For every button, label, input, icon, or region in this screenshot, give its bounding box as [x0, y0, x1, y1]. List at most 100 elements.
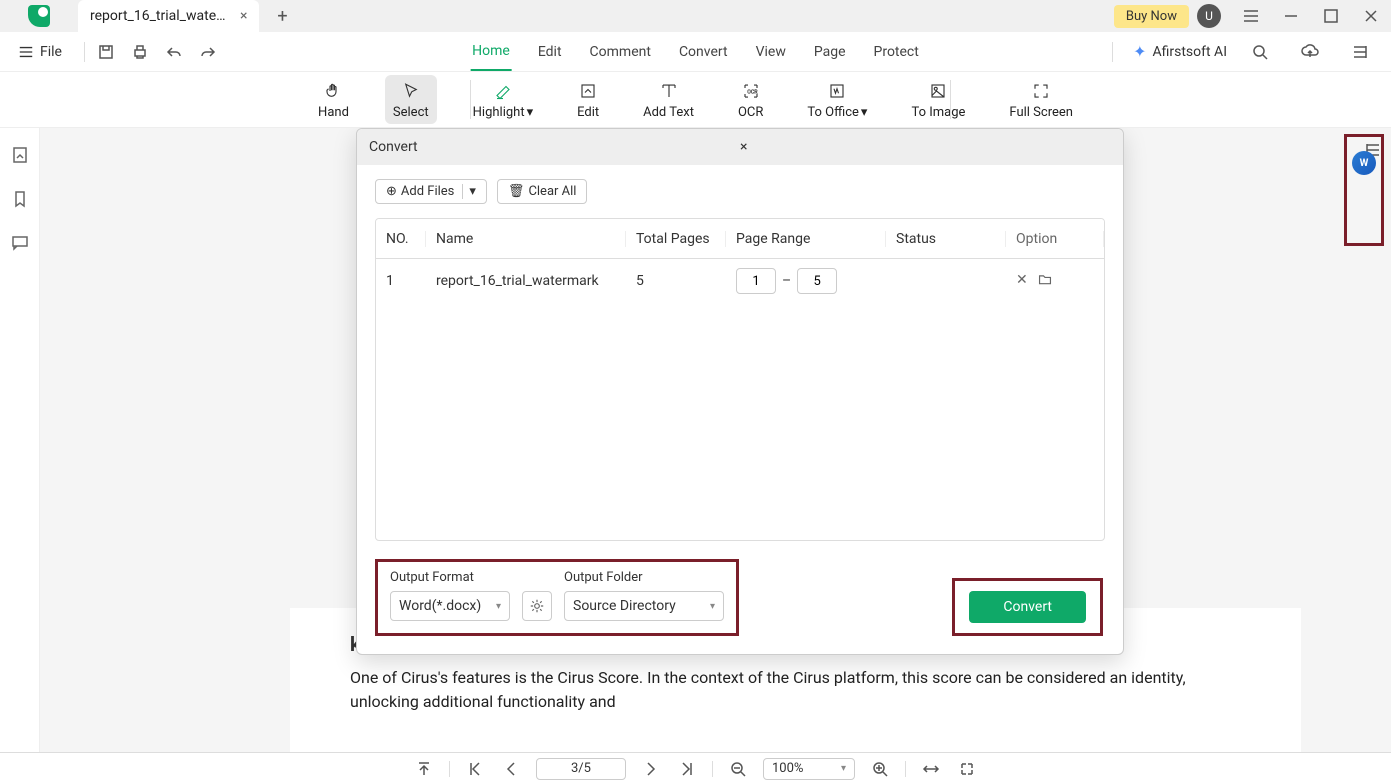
page-indicator[interactable]: 3/5 [536, 758, 626, 780]
highlight-icon [494, 79, 512, 103]
open-folder-icon[interactable] [1038, 272, 1052, 290]
menu-protect[interactable]: Protect [872, 32, 921, 71]
th-total-pages: Total Pages [626, 231, 726, 247]
prev-page-icon[interactable] [500, 758, 522, 780]
output-folder-select[interactable]: Source Directory ▾ [564, 591, 724, 621]
full-screen-icon [1032, 79, 1050, 103]
edit-icon [579, 79, 597, 103]
cell-name: report_16_trial_watermark [426, 273, 626, 289]
redo-icon[interactable] [191, 32, 225, 72]
scroll-top-icon[interactable] [413, 758, 435, 780]
menu-view[interactable]: View [754, 32, 788, 71]
panel-toggle-icon[interactable] [1343, 32, 1377, 72]
last-page-icon[interactable] [676, 758, 698, 780]
close-window-icon[interactable] [1351, 0, 1391, 32]
fit-page-icon[interactable] [956, 758, 978, 780]
buy-now-button[interactable]: Buy Now [1114, 5, 1189, 28]
ribbon-toolbar: Hand Select Highlight▾ Edit Add Text OCR… [0, 72, 1391, 128]
bookmark-icon[interactable] [11, 190, 29, 212]
hand-icon [324, 79, 342, 103]
next-page-icon[interactable] [640, 758, 662, 780]
dialog-close-icon[interactable]: × [740, 139, 1111, 155]
comments-panel-icon[interactable] [11, 234, 29, 256]
tool-select[interactable]: Select [385, 75, 437, 124]
filebar: File Home Edit Comment Convert View Page… [0, 32, 1391, 72]
output-settings-icon[interactable] [522, 591, 552, 621]
th-option: Option [1006, 231, 1104, 247]
document-tab[interactable]: report_16_trial_watermar... × [78, 0, 259, 32]
new-tab-button[interactable]: + [267, 1, 297, 31]
menu-home[interactable]: Home [470, 32, 512, 71]
fit-width-icon[interactable] [920, 758, 942, 780]
user-avatar[interactable]: U [1197, 4, 1221, 28]
remove-row-icon[interactable]: ✕ [1016, 272, 1028, 290]
file-menu-button[interactable]: File [0, 44, 80, 60]
tool-hand[interactable]: Hand [310, 75, 357, 124]
page-range-from-input[interactable] [736, 268, 776, 294]
table-header-row: NO. Name Total Pages Page Range Status O… [376, 219, 1104, 259]
first-page-icon[interactable] [464, 758, 486, 780]
sparkle-icon: ✦ [1133, 42, 1146, 61]
th-status: Status [886, 231, 1006, 247]
tool-ocr[interactable]: OCR OCR [730, 75, 771, 124]
maximize-icon[interactable] [1311, 0, 1351, 32]
output-format-label: Output Format [390, 570, 510, 585]
convert-button[interactable]: Convert [969, 591, 1086, 623]
page-range-to-input[interactable] [797, 268, 837, 294]
dialog-toolbar: ⊕ Add Files ▾ 🗑 Clear All [357, 165, 1123, 218]
titlebar: report_16_trial_watermar... × + Buy Now … [0, 0, 1391, 32]
search-icon[interactable] [1243, 32, 1277, 72]
print-icon[interactable] [123, 32, 157, 72]
left-sidebar [0, 128, 40, 752]
statusbar: 3/5 100% ▾ [0, 752, 1391, 784]
ai-button[interactable]: ✦ Afirstsoft AI [1133, 42, 1227, 61]
tool-add-text[interactable]: Add Text [635, 75, 702, 124]
thumbnails-icon[interactable] [11, 146, 29, 168]
files-table: NO. Name Total Pages Page Range Status O… [375, 218, 1105, 541]
trash-icon: 🗑 [508, 184, 525, 199]
chevron-down-icon: ▾ [710, 601, 715, 612]
main-area: key Features of Cirus One of Cirus's fea… [0, 128, 1391, 752]
th-name: Name [426, 231, 626, 247]
dialog-title: Convert [369, 139, 740, 155]
app-menu-icon[interactable] [1231, 0, 1271, 32]
cloud-upload-icon[interactable] [1293, 32, 1327, 72]
tool-highlight[interactable]: Highlight▾ [465, 75, 541, 124]
clear-all-button[interactable]: 🗑 Clear All [497, 179, 588, 204]
undo-icon[interactable] [157, 32, 191, 72]
close-tab-icon[interactable]: × [240, 8, 247, 24]
dialog-titlebar[interactable]: Convert × [357, 129, 1123, 165]
chevron-down-icon[interactable]: ▾ [462, 184, 476, 199]
word-icon[interactable]: W [1352, 151, 1376, 175]
add-files-button[interactable]: ⊕ Add Files ▾ [375, 179, 487, 204]
tool-edit[interactable]: Edit [569, 75, 607, 124]
zoom-select[interactable]: 100% ▾ [763, 758, 855, 780]
menu-edit[interactable]: Edit [536, 32, 564, 71]
output-format-select[interactable]: Word(*.docx) ▾ [390, 591, 510, 621]
menu-convert[interactable]: Convert [677, 32, 730, 71]
zoom-out-icon[interactable] [727, 758, 749, 780]
output-settings-highlight: Output Format Word(*.docx) ▾ Output Fold… [375, 559, 739, 636]
tool-to-image[interactable]: To Image [903, 75, 973, 124]
tool-full-screen[interactable]: Full Screen [1001, 75, 1081, 124]
hamburger-icon [18, 44, 34, 60]
menu-comment[interactable]: Comment [588, 32, 653, 71]
dialog-bottom: Output Format Word(*.docx) ▾ Output Fold… [357, 541, 1123, 654]
main-menu: Home Edit Comment Convert View Page Prot… [470, 32, 921, 71]
save-icon[interactable] [89, 32, 123, 72]
menu-page[interactable]: Page [812, 32, 848, 71]
app-logo [0, 0, 78, 32]
table-row[interactable]: 1 report_16_trial_watermark 5 – ✕ [376, 259, 1104, 303]
output-folder-field: Output Folder Source Directory ▾ [564, 570, 724, 621]
output-format-field: Output Format Word(*.docx) ▾ [390, 570, 510, 621]
ai-label: Afirstsoft AI [1152, 44, 1227, 60]
cell-no: 1 [376, 273, 426, 289]
chevron-down-icon: ▾ [496, 601, 501, 612]
to-image-icon [929, 79, 947, 103]
document-canvas[interactable]: key Features of Cirus One of Cirus's fea… [40, 128, 1391, 752]
tool-to-office[interactable]: To Office▾ [799, 75, 875, 124]
minimize-icon[interactable] [1271, 0, 1311, 32]
cursor-icon [402, 79, 420, 103]
cell-page-range: – [726, 268, 886, 294]
zoom-in-icon[interactable] [869, 758, 891, 780]
